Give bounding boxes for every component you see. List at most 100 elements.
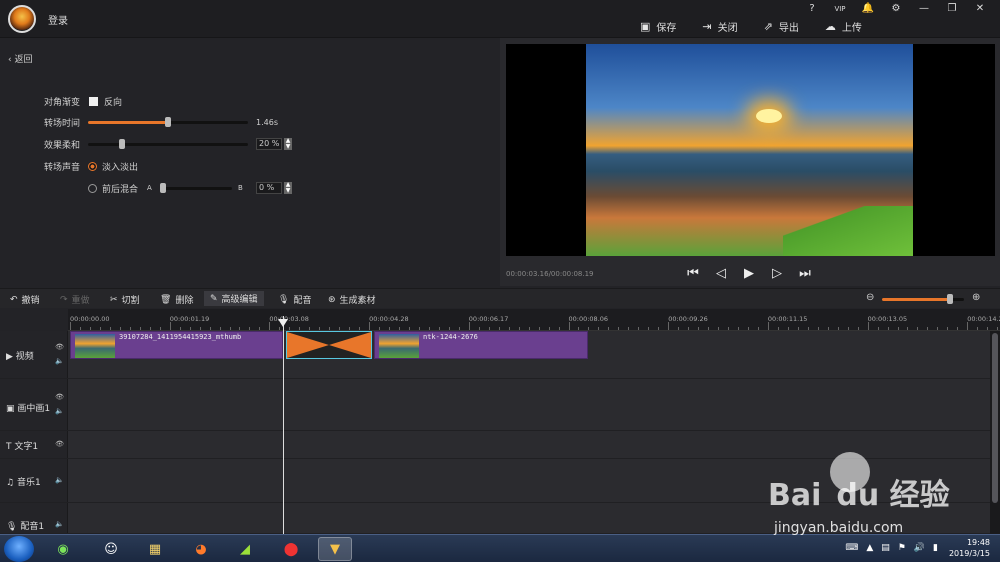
mix-spinner[interactable]: ▲ ▼ — [284, 182, 292, 194]
mix-slider[interactable] — [160, 183, 232, 193]
notification-icon[interactable]: 🔔 — [854, 2, 882, 16]
ruler-tick-mark — [199, 327, 201, 330]
undo-button[interactable]: ↶ 撤销 — [10, 293, 40, 307]
close-project-button[interactable]: ⇥ 关闭 — [702, 18, 737, 34]
duration-slider[interactable] — [88, 117, 248, 127]
zoom-slider-handle[interactable] — [947, 294, 953, 304]
ruler-tick-mark — [757, 327, 759, 330]
softness-slider[interactable] — [88, 139, 248, 149]
ruler-tick-mark — [767, 322, 769, 330]
step-forward-icon[interactable]: ▷ — [770, 266, 784, 281]
speaker-icon[interactable]: 🔈 — [55, 407, 64, 415]
volume-icon[interactable]: 🔊 — [914, 543, 925, 553]
text-track[interactable]: T 文字1 👁 — [0, 431, 990, 459]
redo-button[interactable]: ↷ 重做 — [60, 293, 90, 307]
video-track[interactable]: ▶ 视频 👁 🔈 39107284_1411954415923_mthumb n… — [0, 331, 990, 379]
ruler-tick-mark — [957, 327, 959, 330]
close-window-button[interactable]: ✕ — [966, 2, 994, 16]
keyboard-icon[interactable]: ⌨ — [845, 543, 858, 553]
softness-input[interactable]: 20 % — [256, 138, 282, 150]
scrollbar-thumb[interactable] — [992, 333, 998, 503]
transition-block[interactable] — [286, 331, 372, 359]
music-track[interactable]: ♫ 音乐1 🔈 — [0, 459, 990, 503]
playhead-line[interactable] — [283, 316, 284, 534]
taskbar-firefox-icon[interactable]: ◕ — [184, 537, 218, 561]
clock[interactable]: 19:48 2019/3/15 — [949, 537, 990, 559]
video-clip-1[interactable]: 39107284_1411954415923_mthumb — [70, 331, 283, 359]
video-clip-2[interactable]: ntk-1244-2676 — [374, 331, 588, 359]
ruler-tick-mark — [399, 327, 400, 330]
ruler-tick-mark — [508, 327, 510, 330]
ruler-tick-mark — [79, 327, 81, 330]
help-icon[interactable]: ? — [798, 2, 826, 16]
dub-button[interactable]: 🎙 配音 — [278, 293, 311, 307]
save-label: 保存 — [656, 22, 677, 34]
preview-screen[interactable] — [506, 44, 995, 256]
speaker-icon[interactable]: 🔈 — [55, 357, 64, 365]
eye-icon[interactable]: 👁 — [55, 343, 64, 351]
skip-start-icon[interactable]: ⏮ — [686, 266, 700, 281]
tray-arrow-icon[interactable]: ▲ — [866, 543, 873, 553]
ruler-tick-mark — [688, 327, 690, 330]
back-button[interactable]: ‹ 返回 — [8, 52, 32, 65]
playhead-handle[interactable] — [278, 319, 288, 327]
taskbar-app-1-icon[interactable]: ◉ — [46, 537, 80, 561]
dub-track-label: 🎙 配音1 — [6, 522, 45, 532]
clip-name: 39107284_1411954415923_mthumb — [119, 333, 242, 341]
mix-a-label: A — [147, 184, 152, 192]
ruler-tick-mark — [319, 327, 321, 330]
zoom-slider[interactable] — [882, 294, 964, 304]
ruler-tick-mark — [329, 327, 331, 330]
softness-slider-handle[interactable] — [119, 139, 125, 149]
ruler-tick-mark — [937, 327, 939, 330]
duration-slider-handle[interactable] — [165, 117, 171, 127]
network-icon[interactable]: ▤ — [881, 543, 890, 553]
step-back-icon[interactable]: ◁ — [714, 266, 728, 281]
eye-icon[interactable]: 👁 — [55, 440, 64, 448]
softness-spinner[interactable]: ▲ ▼ — [284, 138, 292, 150]
restore-button[interactable]: ❐ — [938, 2, 966, 16]
timeline-scrollbar[interactable] — [990, 331, 1000, 534]
ruler-tick-mark — [309, 327, 311, 330]
taskbar-app-5-icon[interactable]: ◢ — [228, 537, 262, 561]
pip-track[interactable]: ▣ 画中画1 👁 🔈 — [0, 379, 990, 431]
speaker-icon[interactable]: 🔈 — [55, 520, 64, 528]
settings-gear-icon[interactable]: ⚙ — [882, 2, 910, 16]
dub-track[interactable]: 🎙 配音1 🔈 — [0, 503, 990, 534]
reverse-checkbox[interactable] — [89, 96, 98, 106]
text-track-header: T 文字1 👁 — [0, 431, 68, 458]
taskbar-recorder-icon[interactable]: ⬤ — [274, 537, 308, 561]
play-icon[interactable]: ▶ — [742, 266, 756, 281]
save-button[interactable]: ▣ 保存 — [640, 18, 676, 34]
app-logo[interactable] — [8, 5, 36, 33]
mix-slider-handle[interactable] — [160, 183, 166, 193]
mix-radio[interactable] — [88, 183, 97, 193]
generate-material-button[interactable]: ⊛ 生成素材 — [328, 293, 376, 307]
login-link[interactable]: 登录 — [48, 12, 68, 27]
skip-end-icon[interactable]: ⏭ — [798, 266, 812, 281]
flag-icon[interactable]: ⚑ — [898, 543, 906, 553]
advanced-edit-button[interactable]: ✎ 高级编辑 — [204, 291, 264, 306]
taskbar-qq-icon[interactable]: ☺ — [94, 537, 128, 561]
delete-button[interactable]: 🗑 删除 — [160, 293, 193, 307]
mix-input[interactable]: 0 % — [256, 182, 282, 194]
speaker-icon[interactable]: 🔈 — [55, 476, 64, 484]
zoom-in-icon[interactable]: ⊕ — [972, 292, 980, 303]
taskbar-editor-icon[interactable]: ▼ — [318, 537, 352, 561]
zoom-out-icon[interactable]: ⊖ — [866, 292, 874, 303]
upload-button[interactable]: ☁ 上传 — [825, 18, 862, 34]
export-button[interactable]: ⇗ 导出 — [764, 18, 799, 34]
vip-icon[interactable]: VIP — [826, 2, 854, 16]
sunset-sun — [756, 109, 782, 123]
ruler-tick-mark — [438, 327, 440, 330]
start-button[interactable] — [4, 536, 34, 562]
ruler-tick-mark — [927, 327, 929, 330]
minimize-button[interactable]: — — [910, 2, 938, 16]
fade-radio[interactable] — [88, 161, 97, 171]
eye-icon[interactable]: 👁 — [55, 393, 64, 401]
cut-button[interactable]: ✂ 切割 — [110, 293, 140, 307]
timeline-ruler[interactable]: 00:00:00.00 00:00:01.19 00:00:03.08 00:00:0… — [68, 309, 1000, 331]
signal-icon[interactable]: ▮ — [933, 543, 938, 553]
playback-controls: ⏮ ◁ ▶ ▷ ⏭ — [686, 266, 812, 281]
taskbar-explorer-icon[interactable]: ▦ — [138, 537, 172, 561]
